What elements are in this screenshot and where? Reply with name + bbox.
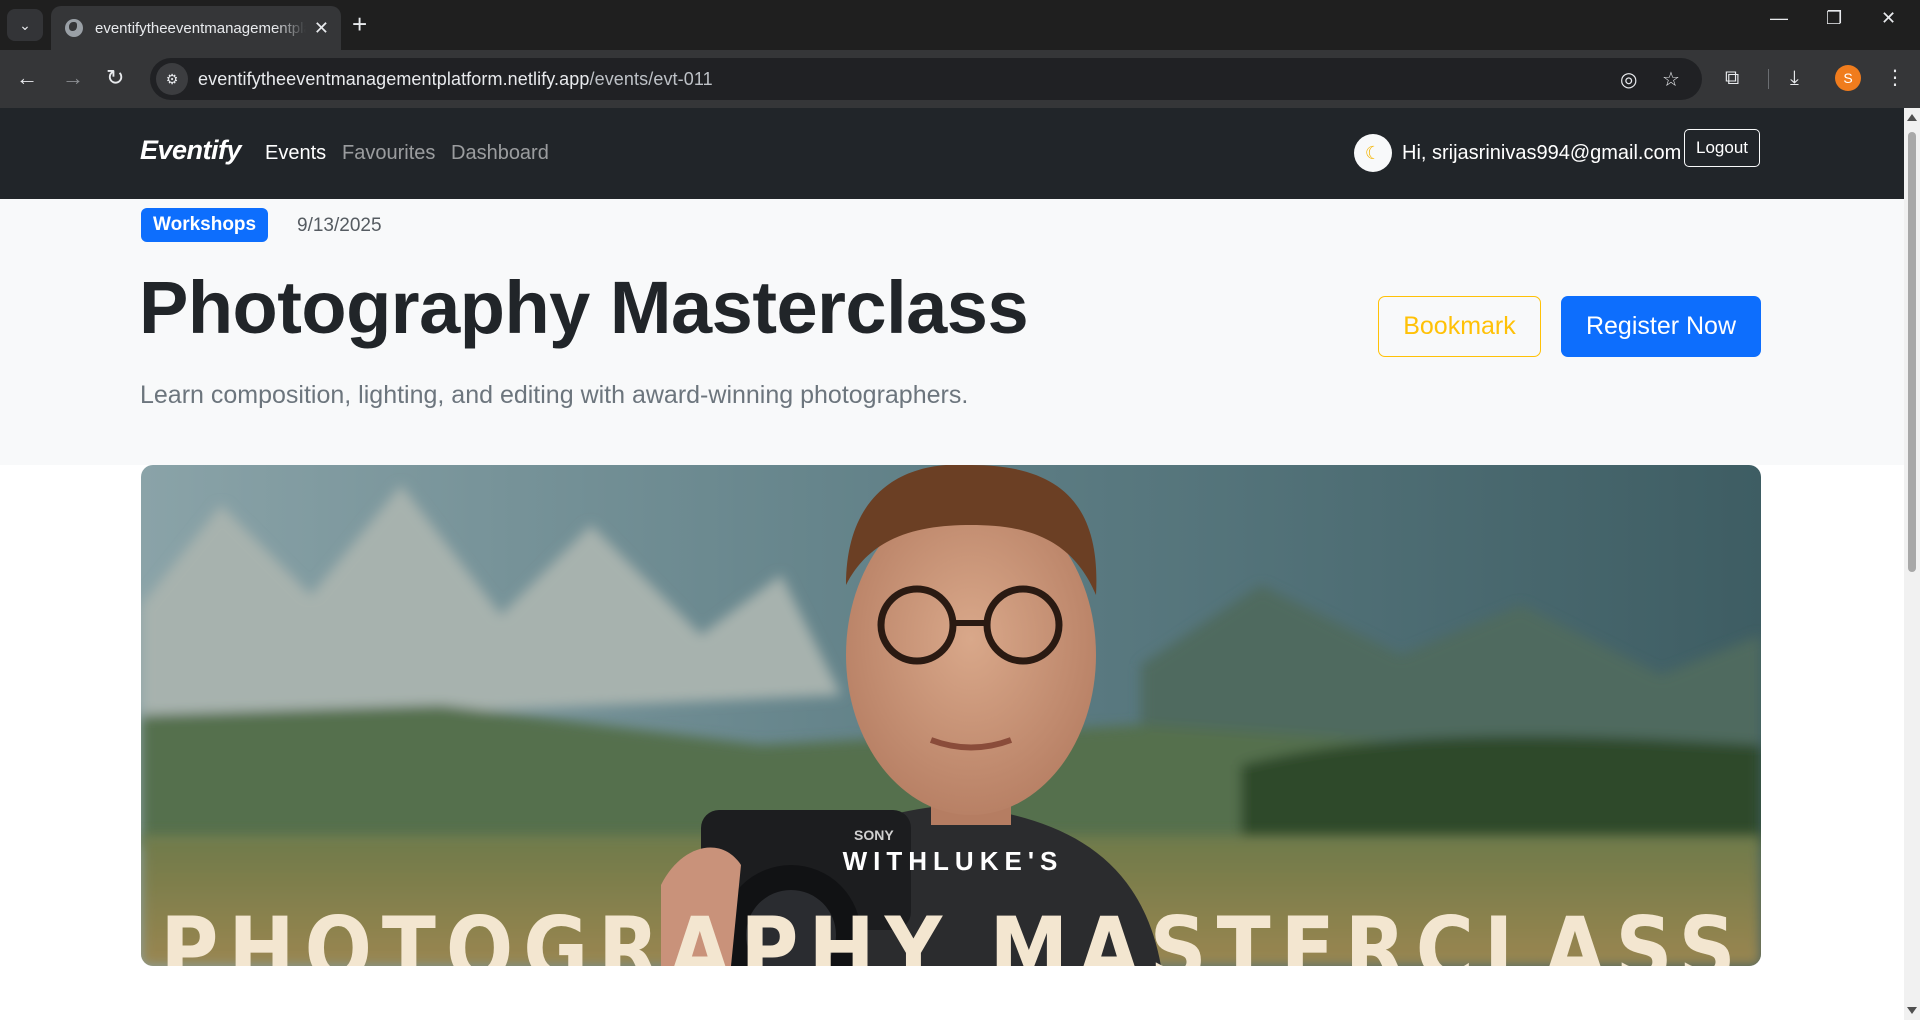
profile-avatar[interactable]: S [1835, 65, 1861, 91]
tab-search-button[interactable]: ⌄ [7, 9, 43, 41]
cover-photo: SONY WITHLUKE'S PHOTOGRAPHY MASTERCLASS [141, 465, 1761, 966]
close-tab-icon[interactable]: ✕ [314, 18, 329, 39]
close-window-icon[interactable]: ✕ [1881, 8, 1896, 29]
site-navbar: Eventify Events Favourites Dashboard ☾ H… [0, 108, 1904, 199]
register-button[interactable]: Register Now [1561, 296, 1761, 357]
event-cover-image: SONY WITHLUKE'S PHOTOGRAPHY MASTERCLASS [141, 465, 1761, 966]
new-tab-button[interactable]: + [352, 10, 367, 38]
event-description: Learn composition, lighting, and editing… [140, 381, 969, 409]
globe-icon [65, 19, 83, 37]
reload-icon[interactable]: ↻ [106, 64, 124, 92]
camera-brand-label: SONY [854, 827, 894, 843]
scroll-up-icon[interactable] [1907, 114, 1917, 121]
user-greeting: Hi, srijasrinivas994@gmail.com [1402, 142, 1682, 164]
url-path: /events/evt-011 [589, 68, 713, 89]
category-badge: Workshops [141, 208, 269, 242]
event-title: Photography Masterclass [139, 266, 1029, 349]
brand-logo[interactable]: Eventify [140, 135, 242, 166]
download-icon[interactable]: ⤓ [1790, 65, 1799, 91]
moon-icon: ☾ [1364, 142, 1382, 163]
nav-link-events[interactable]: Events [265, 142, 326, 165]
back-icon[interactable]: ← [16, 64, 38, 92]
forward-icon[interactable]: → [62, 64, 84, 92]
menu-icon[interactable]: ⋮ [1885, 65, 1905, 91]
event-header: Workshops 9/13/2025 Photography Mastercl… [0, 199, 1904, 465]
browser-tabstrip: ⌄ eventifytheeventmanagementplatform.net… [0, 0, 1920, 50]
address-bar[interactable]: ⚙ eventifytheeventmanagementplatform.net… [150, 58, 1702, 100]
scrollbar-thumb[interactable] [1908, 132, 1916, 572]
restore-icon[interactable]: ❐ [1826, 8, 1842, 29]
bookmark-button[interactable]: Bookmark [1378, 296, 1541, 357]
browser-tab[interactable]: eventifytheeventmanagementplatform.netli… [51, 6, 341, 50]
browser-toolbar: ← → ↻ ⚙ eventifytheeventmanagementplatfo… [0, 50, 1920, 108]
cover-overlay-title: PHOTOGRAPHY MASTERCLASS [160, 898, 1745, 966]
theme-toggle-button[interactable]: ☾ [1354, 134, 1392, 172]
eye-off-icon[interactable]: ◎ [1620, 67, 1637, 92]
nav-link-favourites[interactable]: Favourites [342, 142, 435, 165]
extensions-icon[interactable]: ⧉ [1725, 65, 1739, 91]
minimize-icon[interactable]: — [1770, 8, 1788, 29]
site-info-icon[interactable]: ⚙ [156, 63, 188, 95]
toolbar-divider [1768, 69, 1769, 89]
url-host: eventifytheeventmanagementplatform.netli… [198, 68, 590, 89]
logout-button[interactable]: Logout [1684, 129, 1760, 167]
event-date: 9/13/2025 [297, 215, 382, 236]
page-viewport: Eventify Events Favourites Dashboard ☾ H… [0, 108, 1904, 1020]
star-icon[interactable]: ☆ [1662, 67, 1680, 92]
chevron-down-icon: ⌄ [19, 16, 31, 33]
page-scrollbar[interactable] [1904, 108, 1920, 1020]
cover-overlay-subtitle: WITHLUKE'S [843, 846, 1064, 876]
scroll-down-icon[interactable] [1907, 1007, 1917, 1014]
nav-link-dashboard[interactable]: Dashboard [451, 142, 549, 165]
tab-title: eventifytheeventmanagementplatform.netli… [95, 19, 306, 37]
url-text[interactable]: eventifytheeventmanagementplatform.netli… [198, 69, 713, 90]
